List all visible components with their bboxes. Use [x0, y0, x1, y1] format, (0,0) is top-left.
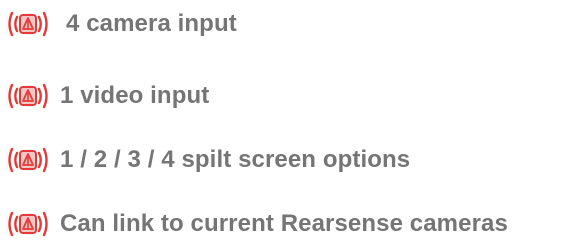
- feature-list: 4 camera input 1 video input 1 / 2 / 3 /…: [0, 0, 579, 245]
- list-item: 4 camera input: [0, 6, 237, 42]
- camera-signal-icon: [6, 81, 50, 111]
- list-item: 1 video input: [0, 78, 209, 114]
- feature-label: 1 video input: [60, 82, 210, 109]
- camera-signal-icon: [6, 145, 50, 175]
- feature-label: 4 camera input: [66, 10, 237, 37]
- list-item: 1 / 2 / 3 / 4 spilt screen options: [0, 142, 410, 178]
- feature-label: Can link to current Rearsense cameras: [60, 210, 508, 237]
- feature-label: 1 / 2 / 3 / 4 spilt screen options: [60, 146, 411, 173]
- camera-signal-icon: [6, 209, 50, 239]
- list-item: Can link to current Rearsense cameras: [0, 206, 508, 242]
- camera-signal-icon: [6, 9, 50, 39]
